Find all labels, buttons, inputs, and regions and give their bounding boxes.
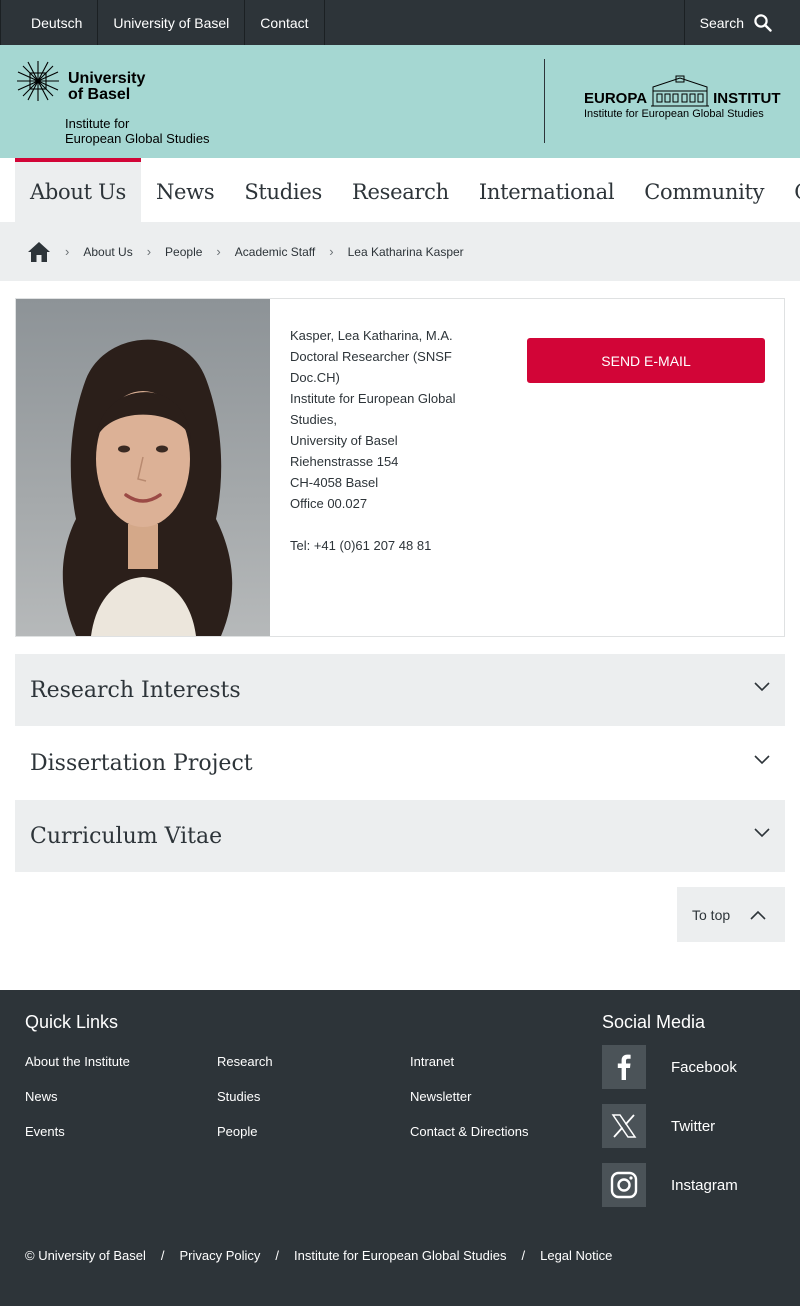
instagram-label: Instagram bbox=[671, 1176, 738, 1194]
nav-about-us[interactable]: About Us bbox=[15, 158, 141, 222]
x-twitter-icon bbox=[602, 1104, 646, 1148]
university-name[interactable]: University of Basel bbox=[68, 71, 145, 103]
legal-privacy-policy[interactable]: Privacy Policy bbox=[179, 1248, 260, 1263]
legal-notice[interactable]: Legal Notice bbox=[540, 1248, 612, 1263]
breadcrumb-separator-icon: › bbox=[216, 244, 221, 259]
facebook-label: Facebook bbox=[671, 1058, 737, 1076]
nav-studies[interactable]: Studies bbox=[229, 158, 337, 222]
accordion-research-interests[interactable]: Research Interests bbox=[15, 654, 785, 726]
building-icon bbox=[651, 75, 710, 107]
chevron-down-icon bbox=[754, 755, 770, 765]
europainstitut-logo[interactable]: EUROPA INSTITUT Institute for European G… bbox=[584, 75, 789, 120]
footer-link-people[interactable]: People bbox=[217, 1124, 257, 1139]
accordion-dissertation-project[interactable]: Dissertation Project bbox=[15, 727, 785, 799]
europa-word: EUROPA bbox=[584, 90, 648, 107]
footer-link-news[interactable]: News bbox=[25, 1089, 58, 1104]
contact-street: Riehenstrasse 154 bbox=[290, 454, 399, 469]
contact-name: Kasper, Lea Katharina, M.A. bbox=[290, 328, 453, 343]
instagram-icon bbox=[602, 1163, 646, 1207]
search-label: Search bbox=[699, 14, 744, 31]
site-footer: Quick Links About the Institute News Eve… bbox=[0, 990, 800, 1306]
contact-university: University of Basel bbox=[290, 433, 398, 448]
breadcrumb-separator-icon: › bbox=[329, 244, 334, 259]
twitter-label: Twitter bbox=[671, 1117, 716, 1135]
contact-city: CH-4058 Basel bbox=[290, 475, 379, 490]
breadcrumb-separator-icon: › bbox=[146, 244, 152, 259]
home-icon[interactable] bbox=[27, 241, 51, 263]
university-link[interactable]: University of Basel bbox=[98, 0, 246, 45]
footer-link-studies[interactable]: Studies bbox=[217, 1089, 260, 1104]
site-header: University of Basel Institute for Europe… bbox=[0, 45, 800, 158]
social-media-title: Social Media bbox=[602, 1012, 706, 1032]
search-button[interactable]: Search bbox=[683, 0, 800, 45]
contact-phone[interactable]: Tel: +41 (0)61 207 48 81 bbox=[290, 535, 490, 556]
top-bar: Deutsch University of Basel Contact Sear… bbox=[0, 0, 800, 45]
institute-name[interactable]: Institute for European Global Studies bbox=[65, 116, 210, 146]
footer-link-research[interactable]: Research bbox=[217, 1054, 273, 1069]
legal-separator: / bbox=[275, 1248, 280, 1263]
chevron-down-icon bbox=[754, 682, 770, 692]
legal-copyright[interactable]: © University of Basel bbox=[25, 1248, 146, 1263]
legal-institute[interactable]: Institute for European Global Studies bbox=[294, 1248, 506, 1263]
contact-office: Office 00.027 bbox=[290, 496, 368, 511]
social-facebook-link[interactable]: Facebook bbox=[602, 1045, 737, 1089]
profile-card: Kasper, Lea Katharina, M.A. Doctoral Res… bbox=[15, 298, 785, 637]
footer-link-about-institute[interactable]: About the Institute bbox=[25, 1054, 130, 1069]
search-icon bbox=[754, 13, 772, 32]
send-email-button[interactable]: SEND E-MAIL bbox=[527, 338, 765, 383]
main-navigation: About Us News Studies Research International… bbox=[0, 158, 800, 222]
social-twitter-link[interactable]: Twitter bbox=[602, 1104, 715, 1148]
chevron-down-icon bbox=[754, 828, 770, 838]
quick-links-title: Quick Links bbox=[25, 1012, 119, 1032]
accordion-curriculum-vitae[interactable]: Curriculum Vitae bbox=[15, 800, 785, 872]
accordion-title: Curriculum Vitae bbox=[30, 823, 223, 849]
university-name-line2: of Basel bbox=[68, 86, 131, 103]
legal-separator: / bbox=[160, 1248, 165, 1263]
contact-link[interactable]: Contact bbox=[245, 0, 325, 45]
breadcrumb-separator-icon: › bbox=[65, 244, 70, 259]
quick-links-column-3: Intranet Newsletter Contact & Directions bbox=[410, 1054, 529, 1159]
footer-link-newsletter[interactable]: Newsletter bbox=[410, 1089, 471, 1104]
university-logo-icon[interactable] bbox=[15, 59, 61, 103]
accordion-title: Research Interests bbox=[30, 677, 241, 703]
university-name-line1: University bbox=[68, 70, 146, 87]
facebook-icon bbox=[602, 1045, 646, 1089]
breadcrumb: › About Us › People › Academic Staff › L… bbox=[0, 222, 800, 281]
contact-position: Doctoral Researcher (SNSF Doc.CH) bbox=[290, 349, 452, 385]
institute-name-line2: European Global Studies bbox=[65, 131, 210, 146]
quick-links-column-2: Research Studies People bbox=[217, 1054, 273, 1159]
breadcrumb-current: Lea Katharina Kasper bbox=[347, 244, 464, 259]
nav-more[interactable]: Co bbox=[779, 158, 800, 222]
legal-separator: / bbox=[521, 1248, 526, 1263]
institut-word: INSTITUT bbox=[713, 90, 781, 107]
europa-subtitle: Institute for European Global Studies bbox=[584, 108, 764, 120]
footer-link-events[interactable]: Events bbox=[25, 1124, 65, 1139]
header-divider bbox=[544, 59, 545, 143]
portrait-illustration bbox=[62, 339, 233, 636]
contact-institute: Institute for European Global Studies, bbox=[290, 391, 456, 427]
contact-details: Kasper, Lea Katharina, M.A. Doctoral Res… bbox=[290, 325, 490, 556]
social-instagram-link[interactable]: Instagram bbox=[602, 1163, 738, 1207]
accordion-title: Dissertation Project bbox=[30, 750, 253, 776]
to-top-button[interactable]: To top bbox=[677, 887, 785, 942]
quick-links-column-1: About the Institute News Events bbox=[25, 1054, 130, 1159]
footer-link-contact-directions[interactable]: Contact & Directions bbox=[410, 1124, 529, 1139]
nav-news[interactable]: News bbox=[141, 158, 229, 222]
portrait-photo bbox=[16, 299, 270, 636]
to-top-label: To top bbox=[692, 906, 731, 923]
language-link[interactable]: Deutsch bbox=[0, 0, 99, 45]
nav-international[interactable]: International bbox=[464, 158, 629, 222]
chevron-up-icon bbox=[750, 910, 766, 920]
breadcrumb-people[interactable]: People bbox=[165, 245, 202, 259]
breadcrumb-about-us[interactable]: About Us bbox=[83, 245, 132, 259]
footer-link-intranet[interactable]: Intranet bbox=[410, 1054, 454, 1069]
breadcrumb-academic-staff[interactable]: Academic Staff bbox=[235, 245, 315, 259]
institute-name-line1: Institute for bbox=[65, 116, 130, 131]
nav-research[interactable]: Research bbox=[337, 158, 464, 222]
nav-community[interactable]: Community bbox=[629, 158, 779, 222]
legal-links: © University of Basel / Privacy Policy /… bbox=[25, 1248, 612, 1263]
